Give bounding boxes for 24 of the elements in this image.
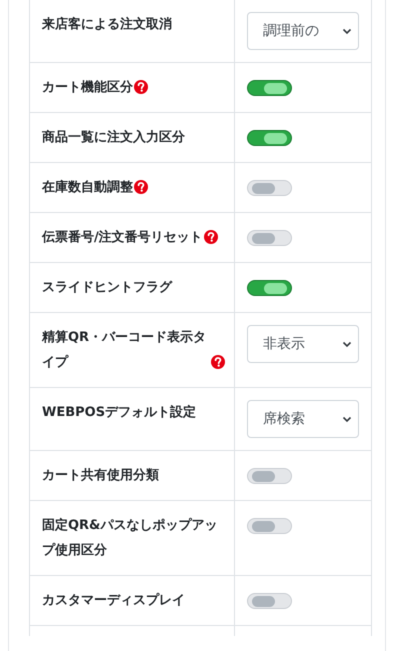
setting-label: カート共有使用分類 (42, 467, 159, 485)
select-dropdown[interactable]: 非表示 (247, 325, 359, 363)
setting-label: スライドヒントフラグ (42, 279, 172, 297)
setting-label: 来店客による注文取消 (42, 16, 172, 34)
setting-label: WEBPOSデフォルト設定 (42, 404, 196, 422)
help-icon[interactable] (211, 355, 225, 369)
setting-label: 在庫数自動調整 (42, 178, 133, 197)
help-icon[interactable] (134, 180, 148, 194)
setting-label: 固定QR&パスなしポップアップ使用区分 (42, 516, 218, 560)
toggle-switch[interactable] (247, 130, 292, 146)
chevron-down-icon (342, 28, 352, 34)
help-icon[interactable] (134, 80, 148, 94)
setting-label: カスタマーディスプレイ (42, 592, 185, 610)
toggle-switch[interactable] (247, 80, 292, 96)
help-icon[interactable] (204, 230, 218, 244)
setting-label: 精算QR・バーコード表示タイプ (42, 329, 208, 372)
toggle-switch[interactable] (247, 280, 292, 296)
chevron-down-icon (342, 416, 352, 422)
select-dropdown[interactable]: 席検索 (247, 400, 359, 438)
setting-label: カート機能区分 (42, 79, 133, 97)
select-dropdown[interactable]: 調理前の (247, 12, 359, 50)
setting-label: 伝票番号/注文番号リセット (42, 228, 203, 247)
setting-label: 商品一覧に注文入力区分 (42, 128, 185, 147)
chevron-down-icon (342, 340, 352, 348)
